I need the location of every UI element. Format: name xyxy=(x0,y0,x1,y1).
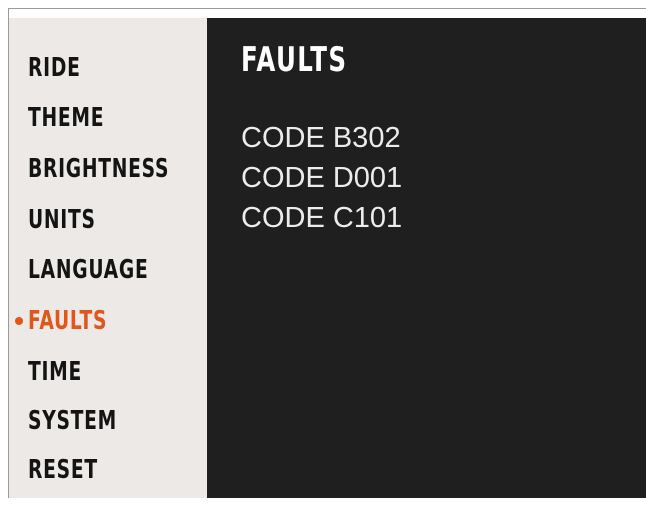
sidebar-item-system[interactable]: SYSTEM xyxy=(28,401,117,441)
sidebar-item-brightness[interactable]: BRIGHTNESS xyxy=(28,149,169,189)
sidebar-item-ride[interactable]: RIDE xyxy=(28,48,81,88)
sidebar-item-time[interactable]: TIME xyxy=(28,352,82,392)
fault-code-item: CODE D001 xyxy=(241,162,403,194)
sidebar-item-language[interactable]: LANGUAGE xyxy=(28,250,148,290)
faults-panel: FAULTS CODE B302 CODE D001 CODE C101 xyxy=(207,18,646,498)
sidebar-item-units[interactable]: UNITS xyxy=(28,200,96,240)
sidebar-item-faults[interactable]: FAULTS xyxy=(28,301,107,341)
sidebar-item-reset[interactable]: RESET xyxy=(28,450,98,490)
fault-code-list: CODE B302 CODE D001 CODE C101 xyxy=(241,118,402,238)
settings-window: RIDE THEME BRIGHTNESS UNITS LANGUAGE FAU… xyxy=(8,8,646,498)
fault-code-item: CODE B302 xyxy=(241,122,401,154)
page-title: FAULTS xyxy=(241,40,348,80)
settings-sidebar: RIDE THEME BRIGHTNESS UNITS LANGUAGE FAU… xyxy=(9,18,207,498)
sidebar-item-theme[interactable]: THEME xyxy=(28,98,104,138)
bullet-dot-icon xyxy=(15,317,23,325)
fault-code-item: CODE C101 xyxy=(241,202,403,234)
